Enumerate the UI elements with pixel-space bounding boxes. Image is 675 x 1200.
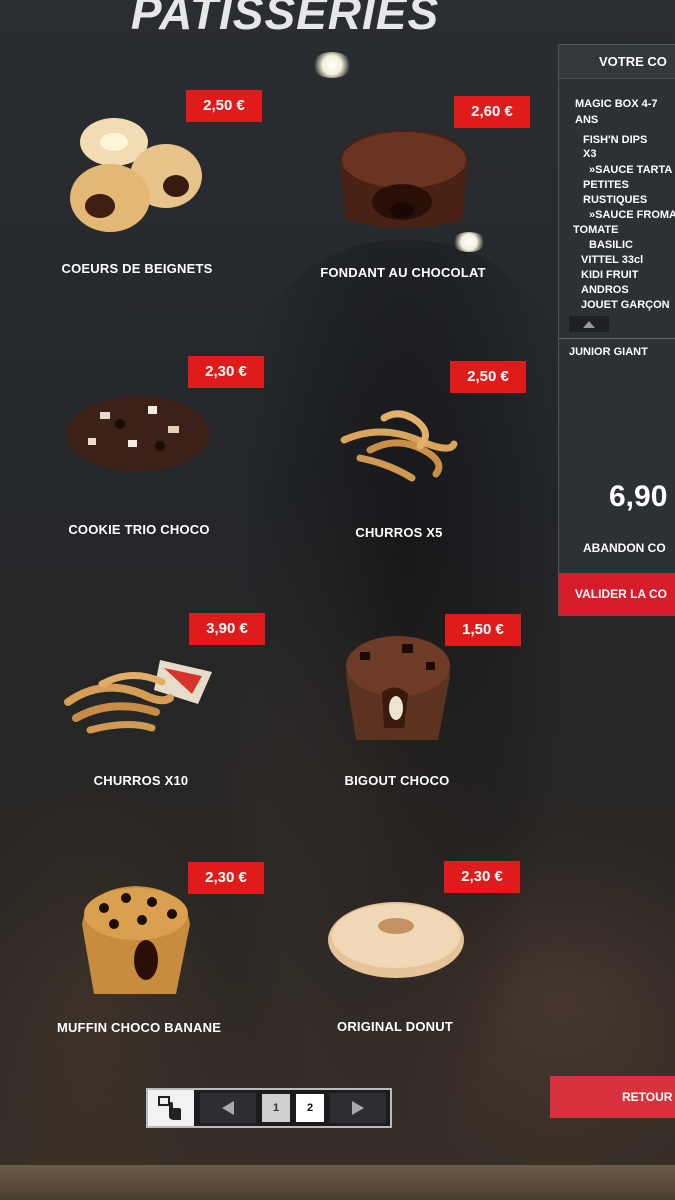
price-badge: 1,50 € — [445, 614, 521, 646]
order-line: VITTEL 33cl — [581, 254, 644, 266]
order-line: »SAUCE TARTA — [589, 164, 673, 176]
page-1-button[interactable]: 1 — [262, 1094, 290, 1122]
touch-hand-icon — [148, 1090, 194, 1126]
order-line: PETITES — [583, 179, 629, 191]
order-line: JOUET GARÇON — [581, 299, 670, 311]
order-total: 6,90 — [609, 480, 668, 513]
order-line: X3 — [583, 148, 597, 160]
next-page-button[interactable] — [330, 1093, 386, 1123]
product-name: COEURS DE BEIGNETS — [61, 261, 213, 276]
previous-page-button[interactable] — [200, 1093, 256, 1123]
order-line: BASILIC — [589, 239, 633, 251]
kiosk-bezel — [0, 1165, 675, 1200]
product-name: ORIGINAL DONUT — [337, 1019, 453, 1034]
arrow-right-icon — [352, 1101, 364, 1115]
order-line: TOMATE — [573, 224, 619, 236]
order-summary-title: VOTRE CO — [559, 45, 675, 79]
triangle-up-icon — [583, 320, 595, 328]
price-badge: 3,90 € — [189, 613, 265, 645]
scroll-up-button[interactable] — [569, 316, 609, 332]
product-name: COOKIE TRIO CHOCO — [68, 522, 210, 537]
product-image-donut — [328, 902, 464, 978]
order-line: RUSTIQUES — [583, 194, 648, 206]
pagination: 1 2 — [146, 1088, 392, 1128]
order-line: »SAUCE FROMA — [589, 209, 675, 221]
divider — [559, 338, 675, 339]
product-name: BIGOUT CHOCO — [344, 773, 450, 788]
order-line: FISH'N DIPS — [583, 134, 648, 146]
product-name: FONDANT AU CHOCOLAT — [320, 265, 486, 280]
product-name: MUFFIN CHOCO BANANE — [56, 1020, 222, 1035]
product-image-beignets — [70, 118, 202, 232]
order-line: ANDROS — [581, 284, 629, 296]
product-image-fondant — [340, 130, 468, 228]
price-badge: 2,50 € — [450, 361, 526, 393]
ceiling-light-reflection — [312, 52, 352, 78]
order-line: JUNIOR GIANT — [569, 346, 648, 358]
product-image-cookie — [66, 396, 210, 472]
product-image-muffin — [82, 886, 190, 994]
page-title: PATISSERIES — [130, 0, 440, 39]
product-image-bigout — [346, 636, 450, 740]
product-image-churros-x5 — [340, 410, 458, 482]
order-line: KIDI FRUIT — [581, 269, 639, 281]
order-line: ANS — [575, 114, 599, 126]
price-badge: 2,30 € — [188, 356, 264, 388]
order-lines[interactable]: MAGIC BOX 4-7 ANS FISH'N DIPS X3 »SAUCE … — [559, 85, 675, 335]
validate-order-button[interactable]: VALIDER LA CO — [559, 573, 675, 615]
product-name: CHURROS X10 — [93, 773, 189, 788]
order-line: MAGIC BOX 4-7 — [575, 98, 658, 110]
abandon-order-button[interactable]: ABANDON CO — [583, 541, 666, 555]
price-badge: 2,30 € — [188, 862, 264, 894]
back-button[interactable]: RETOUR — [550, 1076, 675, 1118]
order-summary-panel: VOTRE CO MAGIC BOX 4-7 ANS FISH'N DIPS X… — [558, 44, 675, 616]
product-image-churros-x10 — [64, 660, 212, 734]
page-2-button[interactable]: 2 — [296, 1094, 324, 1122]
product-name: CHURROS X5 — [355, 525, 443, 540]
price-badge: 2,30 € — [444, 861, 520, 893]
arrow-left-icon — [222, 1101, 234, 1115]
